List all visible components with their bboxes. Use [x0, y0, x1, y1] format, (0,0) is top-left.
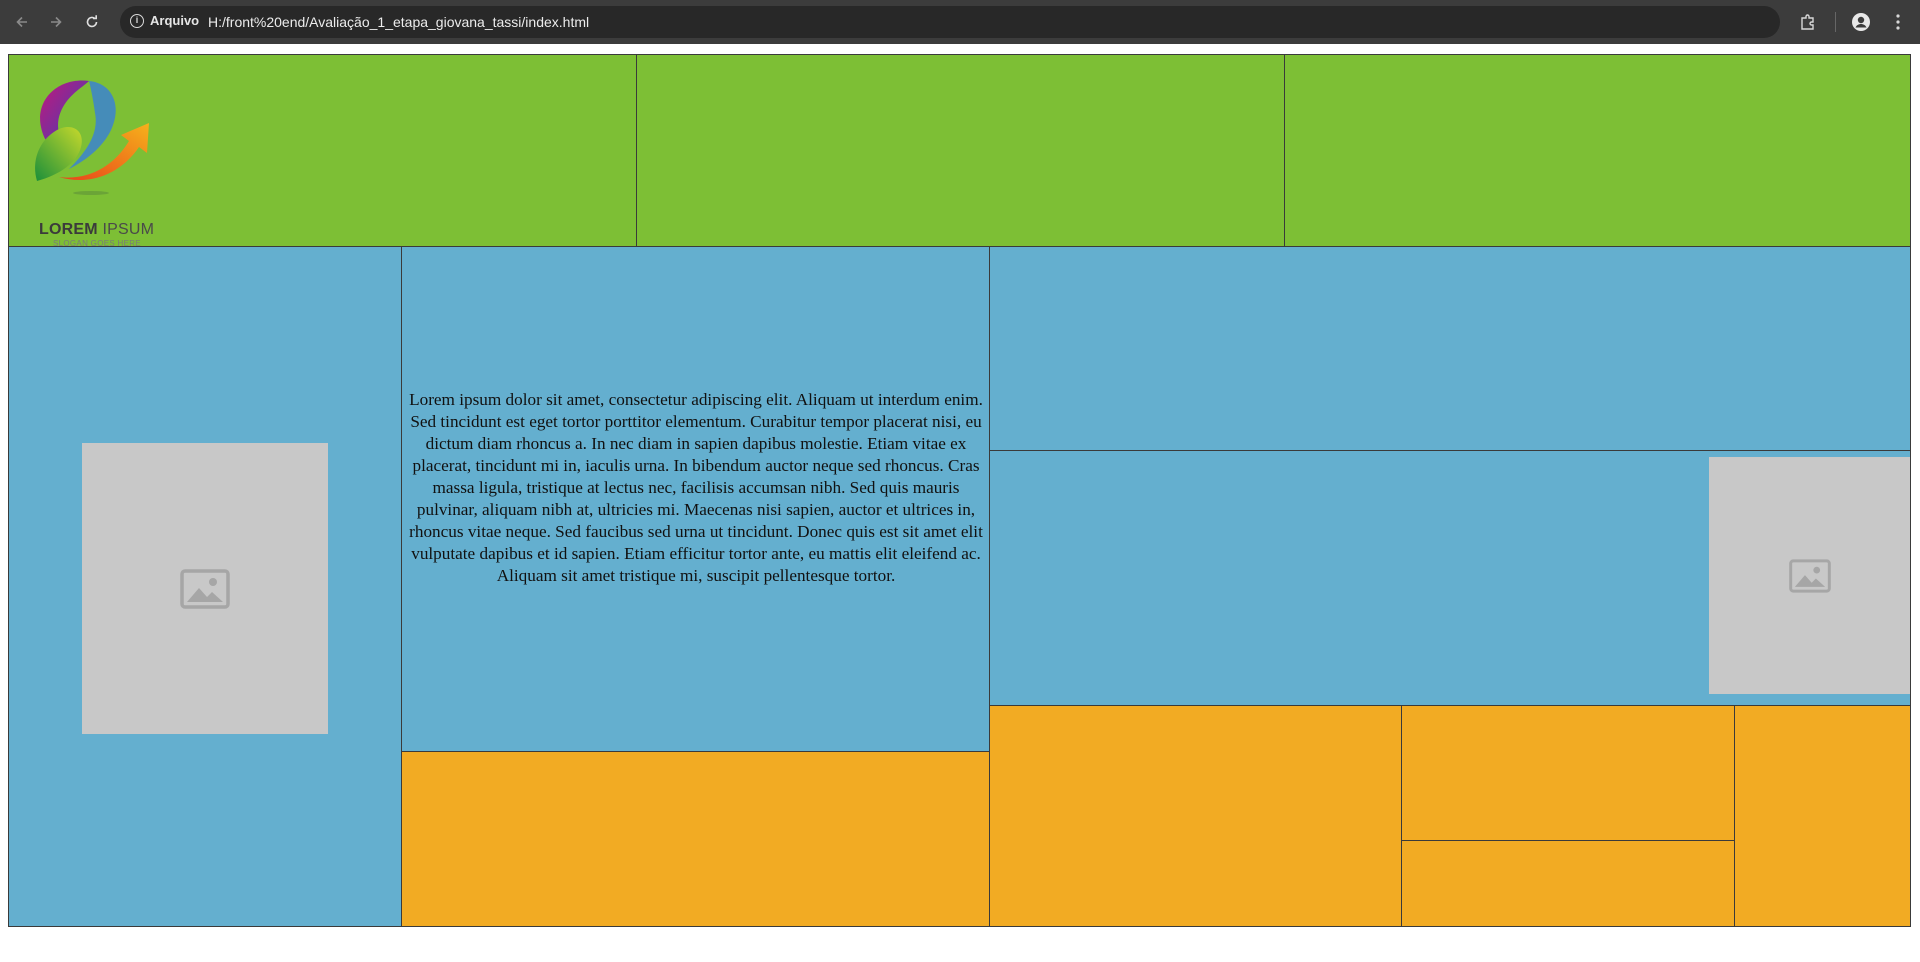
header-cell-right [1284, 54, 1911, 247]
image-placeholder-icon [1788, 558, 1831, 593]
header-cell-middle [636, 54, 1285, 247]
forward-arrow-icon[interactable] [44, 10, 68, 34]
browser-toolbar: i Arquivo H:/front%20end/Avaliação_1_eta… [0, 0, 1920, 44]
image-placeholder-icon [180, 568, 230, 609]
left-image-placeholder [82, 443, 328, 734]
right-top-panel [989, 246, 1911, 451]
right-middle-panel [989, 450, 1911, 706]
toolbar-divider [1835, 12, 1836, 32]
lorem-paragraph: Lorem ipsum dolor sit amet, consectetur … [409, 390, 983, 585]
more-menu-icon[interactable] [1886, 10, 1910, 34]
security-label: Arquivo [150, 13, 200, 28]
reload-icon[interactable] [80, 10, 104, 34]
center-bottom-panel [401, 751, 990, 927]
bottom-cell-1 [989, 705, 1402, 927]
right-image-placeholder [1709, 457, 1910, 694]
back-arrow-icon[interactable] [10, 10, 34, 34]
info-icon: i [130, 13, 144, 28]
bottom-cell-2-top [1401, 705, 1735, 841]
profile-icon[interactable] [1849, 10, 1873, 34]
bottom-cell-2-bottom [1401, 840, 1735, 927]
url-text[interactable]: H:/front%20end/Avaliação_1_etapa_giovana… [208, 14, 589, 30]
address-bar[interactable]: i Arquivo H:/front%20end/Avaliação_1_eta… [120, 6, 1780, 38]
logo-brand: LOREM IPSUM [39, 221, 154, 239]
logo-brand-light: IPSUM [102, 221, 155, 238]
header-cell-logo: LOREM IPSUM SLOGAN GOES HERE [8, 54, 637, 248]
left-column [8, 246, 402, 927]
page-content: LOREM IPSUM SLOGAN GOES HERE Lorem ipsum… [0, 44, 1920, 962]
logo-brand-bold: LOREM [39, 221, 98, 238]
extensions-icon[interactable] [1796, 10, 1820, 34]
bottom-cell-3 [1734, 705, 1911, 927]
logo-mark-icon [35, 80, 149, 195]
site-info-chip[interactable]: i Arquivo [130, 13, 199, 28]
